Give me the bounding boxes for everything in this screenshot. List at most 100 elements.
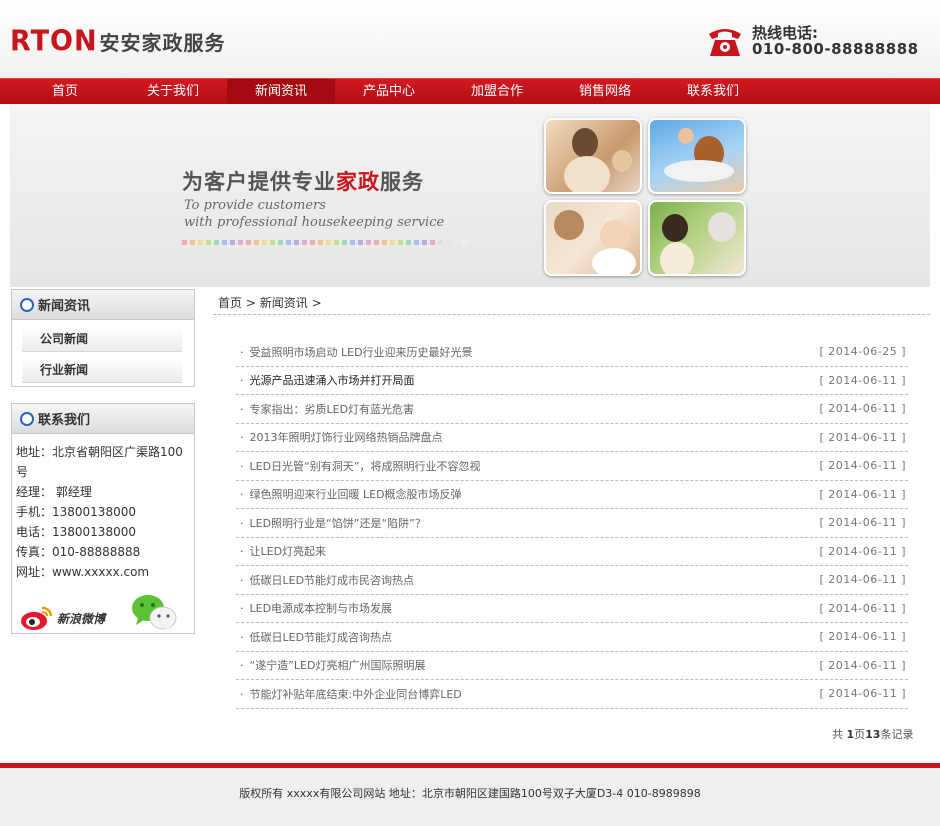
contact-mobile: 手机：13800138000 <box>16 505 136 519</box>
family-photo <box>648 200 746 276</box>
news-link[interactable]: · 2013年照明灯饰行业网络热销品牌盘点 <box>240 429 443 445</box>
family-photo <box>544 200 642 276</box>
news-link[interactable]: · LED电源成本控制与市场发展 <box>240 600 392 616</box>
pagination-summary: 共 1页13条记录 <box>832 726 913 742</box>
banner-title-part: 服务 <box>380 170 424 194</box>
banner-title-part: 为客户提供专业 <box>182 170 336 194</box>
pager-text: 共 <box>832 728 843 741</box>
news-link[interactable]: · LED日光管“别有洞天”，将成照明行业不容忽视 <box>240 458 480 474</box>
news-link[interactable]: · 让LED灯亮起来 <box>240 543 326 559</box>
news-date: [ 2014-06-11 ] <box>819 487 906 501</box>
divider <box>213 314 930 315</box>
breadcrumb-current[interactable]: 新闻资讯 <box>260 296 308 310</box>
news-row: · 光源产品迅速涌入市场并打开局面 [ 2014-06-11 ] <box>236 367 908 395</box>
nav-item-sales-network[interactable]: 销售网络 <box>551 79 659 105</box>
news-link[interactable]: · “遂宁造”LED灯亮相广州国际照明展 <box>240 657 425 673</box>
pager-record-count: 13 <box>865 728 881 741</box>
family-photo <box>544 118 642 194</box>
news-date: [ 2014-06-11 ] <box>819 601 906 615</box>
news-row: · LED照明行业是“馅饼”还是“陷阱”？ [ 2014-06-11 ] <box>236 509 908 538</box>
circle-bullet-icon <box>20 411 34 426</box>
contact-fax: 传真：010-88888888 <box>16 545 141 559</box>
news-date: [ 2014-06-11 ] <box>819 687 906 701</box>
sidebar-contact-title: 联系我们 <box>38 413 91 428</box>
sidebar-contact-header: 联系我们 <box>12 404 194 434</box>
news-date: [ 2014-06-11 ] <box>819 573 906 587</box>
sidebar-item-industry-news[interactable]: 行业新闻 <box>22 357 182 383</box>
weibo-link[interactable]: 新浪微博 <box>20 604 105 632</box>
hotline-label: 热线电话: <box>752 24 818 42</box>
news-row: · 绿色照明迎来行业回暖 LED概念股市场反弹 [ 2014-06-11 ] <box>236 481 908 509</box>
logo-mark: RTON <box>10 25 98 58</box>
hotline: 热线电话: 010-800-88888888 <box>706 24 919 58</box>
news-date: [ 2014-06-11 ] <box>819 544 906 558</box>
sidebar-news-header: 新闻资讯 <box>12 290 194 320</box>
news-row: · LED电源成本控制与市场发展 [ 2014-06-11 ] <box>236 595 908 623</box>
breadcrumb-separator: > <box>245 296 256 310</box>
news-date: [ 2014-06-11 ] <box>819 430 906 444</box>
telephone-icon <box>709 29 741 56</box>
banner-en-line: To provide customers <box>184 198 326 213</box>
news-row: · 让LED灯亮起来 [ 2014-06-11 ] <box>236 538 908 566</box>
news-row: · 低碳日LED节能灯成市民咨询热点 [ 2014-06-11 ] <box>236 566 908 595</box>
sidebar-item-company-news[interactable]: 公司新闻 <box>22 326 182 352</box>
nav-item-contact[interactable]: 联系我们 <box>659 79 767 105</box>
footer-copyright: 版权所有 xxxxx有限公司网站 地址：北京市朝阳区建国路100号双子大厦D3-… <box>239 787 701 800</box>
contact-website: 网址：www.xxxxx.com <box>16 565 150 579</box>
news-link[interactable]: · LED照明行业是“馅饼”还是“陷阱”？ <box>240 515 426 531</box>
news-row: · 受益照明市场启动 LED行业迎来历史最好光景 [ 2014-06-25 ] <box>236 338 908 367</box>
sidebar-news-panel: 新闻资讯 公司新闻 行业新闻 <box>11 289 195 387</box>
news-link[interactable]: · 专家指出：劣质LED灯有蓝光危害 <box>240 401 414 417</box>
hotline-number: 010-800-88888888 <box>752 40 919 58</box>
nav-item-products[interactable]: 产品中心 <box>335 79 443 105</box>
news-link[interactable]: · 受益照明市场启动 LED行业迎来历史最好光景 <box>240 344 473 360</box>
banner-title-highlight: 家政 <box>336 170 380 194</box>
contact-info: 地址：北京省朝阳区广渠路100号 经理： 郭经理 手机：13800138000 … <box>12 434 194 582</box>
weibo-icon <box>21 606 53 630</box>
contact-manager: 经理： 郭经理 <box>16 485 92 499</box>
circle-bullet-icon <box>20 297 34 312</box>
site-footer: 版权所有 xxxxx有限公司网站 地址：北京市朝阳区建国路100号双子大厦D3-… <box>0 763 940 826</box>
news-row: · “遂宁造”LED灯亮相广州国际照明展 [ 2014-06-11 ] <box>236 652 908 680</box>
nav-item-news[interactable]: 新闻资讯 <box>227 79 335 105</box>
sidebar-news-title: 新闻资讯 <box>38 299 91 314</box>
sidebar-contact-panel: 联系我们 地址：北京省朝阳区广渠路100号 经理： 郭经理 手机：1380013… <box>11 403 195 634</box>
news-row: · 节能灯补贴年底结束:中外企业同台博弈LED [ 2014-06-11 ] <box>236 680 908 709</box>
news-list: · 受益照明市场启动 LED行业迎来历史最好光景 [ 2014-06-25 ] · 光… <box>236 338 908 709</box>
decorative-dots <box>182 240 467 245</box>
social-links: 新浪微博 <box>12 582 194 646</box>
family-photo <box>648 118 746 194</box>
contact-phone: 电话：13800138000 <box>16 525 136 539</box>
pager-text: 页 <box>854 728 866 741</box>
news-date: [ 2014-06-11 ] <box>819 373 906 387</box>
banner-english-slogan: To provide customers with professional h… <box>184 197 444 231</box>
news-date: [ 2014-06-11 ] <box>819 658 906 672</box>
banner-title: 为客户提供专业家政服务 <box>182 166 424 196</box>
news-link[interactable]: · 节能灯补贴年底结束:中外企业同台博弈LED <box>240 686 462 702</box>
nav-item-about[interactable]: 关于我们 <box>119 79 227 105</box>
news-link[interactable]: · 绿色照明迎来行业回暖 LED概念股市场反弹 <box>240 486 462 502</box>
site-header: RTON 安安家政服务 热线电话: 010-800-88888888 <box>0 0 940 78</box>
logo-name: 安安家政服务 <box>99 31 226 55</box>
news-row: · 2013年照明灯饰行业网络热销品牌盘点 [ 2014-06-11 ] <box>236 424 908 452</box>
news-row: · LED日光管“别有洞天”，将成照明行业不容忽视 [ 2014-06-11 ] <box>236 452 908 481</box>
news-link[interactable]: · 低碳日LED节能灯成市民咨询热点 <box>240 572 414 588</box>
news-date: [ 2014-06-25 ] <box>819 345 906 359</box>
hero-banner: 为客户提供专业家政服务 To provide customers with pr… <box>10 104 930 287</box>
main-nav: 首页 关于我们 新闻资讯 产品中心 加盟合作 销售网络 联系我们 <box>0 78 940 105</box>
news-row: · 专家指出：劣质LED灯有蓝光危害 [ 2014-06-11 ] <box>236 395 908 424</box>
news-link[interactable]: · 低碳日LED节能灯成咨询热点 <box>240 629 392 645</box>
weibo-label: 新浪微博 <box>57 611 106 626</box>
banner-en-line: with professional housekeeping service <box>184 215 445 230</box>
news-link[interactable]: · 光源产品迅速涌入市场并打开局面 <box>240 372 415 388</box>
pager-page-count: 1 <box>846 728 855 741</box>
breadcrumb: 首页 > 新闻资讯 > <box>218 294 322 311</box>
breadcrumb-home[interactable]: 首页 <box>218 296 242 310</box>
pager-text: 条记录 <box>880 728 914 741</box>
contact-address: 地址：北京省朝阳区广渠路100号 <box>16 445 183 479</box>
wechat-icon[interactable] <box>130 592 178 632</box>
breadcrumb-separator: > <box>311 296 322 310</box>
nav-item-home[interactable]: 首页 <box>11 79 119 105</box>
logo[interactable]: RTON 安安家政服务 <box>10 25 226 58</box>
nav-item-franchise[interactable]: 加盟合作 <box>443 79 551 105</box>
